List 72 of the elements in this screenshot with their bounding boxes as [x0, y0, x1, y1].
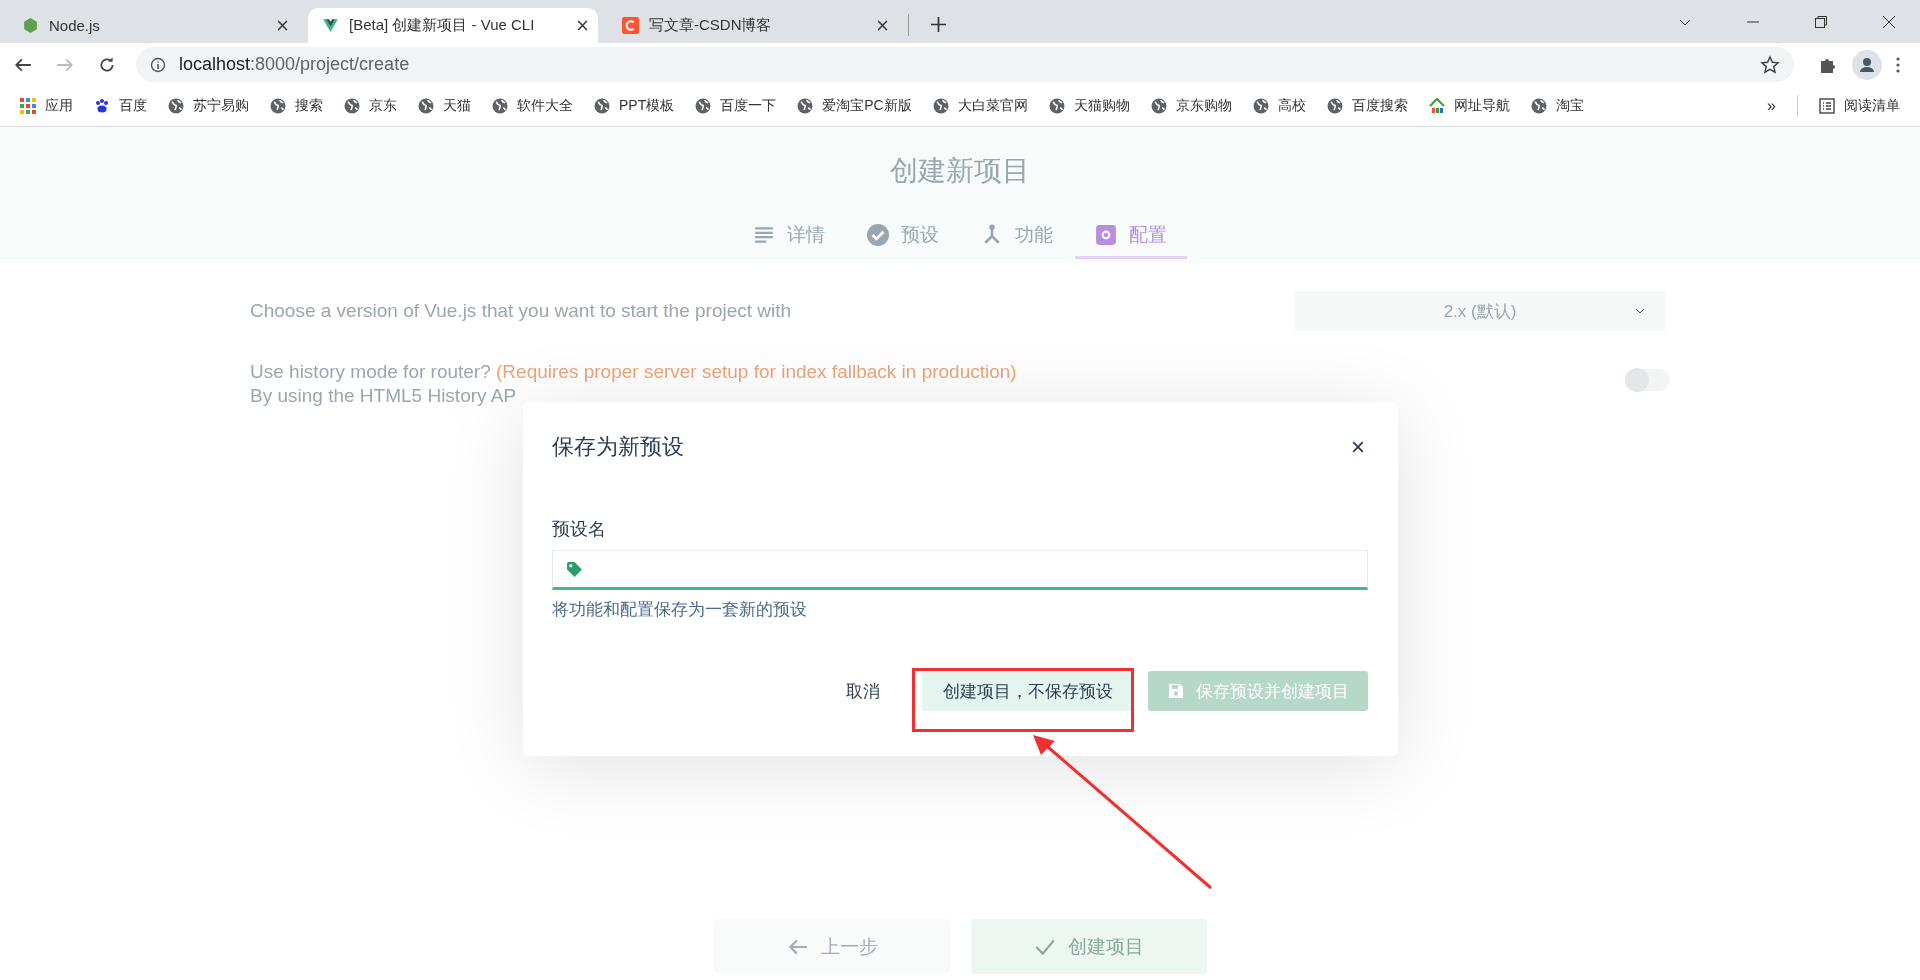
dialog-title: 保存为新预设 [552, 433, 684, 461]
bookmark[interactable]: 京东购物 [1150, 97, 1232, 115]
bookmark[interactable]: 天猫 [418, 97, 471, 115]
bookmark[interactable]: 应用 [20, 97, 73, 115]
cancel-button[interactable]: 取消 [830, 671, 896, 711]
field-hint: 将功能和配置保存为一套新的预设 [552, 599, 808, 621]
grid-icon [20, 98, 36, 114]
option-label: Use history mode for router? (Requires proper server setup for index fallback in production) [250, 361, 1017, 383]
browser-tab[interactable]: 写文章-CSDN博客 [608, 8, 898, 43]
globe-icon [594, 98, 610, 114]
tag-icon [566, 560, 583, 578]
globe-icon [168, 98, 184, 114]
bookmark[interactable]: 京东 [344, 97, 397, 115]
chevron-down-icon [1635, 308, 1645, 314]
create-without-saving-button[interactable]: 创建项目，不保存预设 [922, 671, 1134, 711]
bookmark[interactable]: 搜索 [270, 97, 323, 115]
globe-icon [1048, 98, 1065, 114]
browser-tab[interactable]: [Beta] 创建新项目 - Vue CLI [308, 8, 598, 43]
globe-icon [344, 98, 360, 114]
bookmark[interactable]: 软件大全 [492, 97, 573, 115]
menu-icon[interactable] [1896, 56, 1900, 73]
globe-icon [418, 98, 434, 114]
bookmark[interactable]: 高校 [1252, 97, 1306, 115]
hexagon-icon [22, 17, 39, 34]
bookmark[interactable]: 淘宝 [1530, 97, 1584, 115]
star-icon[interactable] [1760, 54, 1780, 75]
bookmark[interactable]: 大白菜官网 [932, 97, 1028, 115]
bookmark[interactable]: 苏宁易购 [168, 97, 249, 115]
lines-icon [753, 224, 775, 246]
bookmark[interactable]: 百度搜索 [1326, 97, 1408, 115]
option-label: Choose a version of Vue.js that you want to start the project with [250, 300, 792, 322]
v-logo-icon [322, 17, 339, 34]
globe-icon [797, 98, 814, 114]
list-icon [1819, 98, 1835, 114]
check-circle-icon [867, 224, 889, 246]
preset-name-field[interactable] [552, 550, 1368, 590]
page-title: 创建新项目 [890, 154, 1030, 188]
option-description: By using the HTML5 History AP [250, 385, 518, 407]
globe-icon [695, 98, 712, 114]
reading-list-button[interactable]: 阅读清单 [1819, 97, 1900, 115]
close-icon[interactable] [877, 20, 888, 31]
restore-icon[interactable] [1814, 15, 1828, 29]
close-icon[interactable] [577, 20, 588, 31]
close-icon[interactable] [277, 20, 288, 31]
globe-icon [492, 98, 508, 114]
field-label: 预设名 [552, 518, 607, 541]
bookmark[interactable]: 百度一下 [695, 97, 777, 115]
globe-icon [1150, 98, 1167, 114]
close-icon[interactable] [1882, 15, 1896, 29]
globe-icon [270, 98, 286, 114]
bookmark[interactable]: PPT模板 [594, 97, 675, 115]
browser-tab[interactable]: Node.js [8, 8, 298, 43]
gear-icon [1095, 224, 1117, 246]
overflow-button[interactable]: » [1767, 97, 1776, 115]
close-icon[interactable] [1352, 441, 1364, 453]
globe-icon [1530, 98, 1547, 114]
bookmark[interactable]: 爱淘宝PC新版 [797, 97, 912, 115]
address-bar[interactable]: localhost:8000/project/create [136, 47, 1794, 82]
bookmark[interactable]: 百度 [94, 97, 147, 115]
bookmark[interactable]: 天猫购物 [1048, 97, 1130, 115]
globe-icon [1326, 98, 1343, 114]
globe-icon [1252, 98, 1269, 114]
toggle-switch[interactable] [1626, 369, 1670, 391]
info-icon [150, 56, 166, 73]
globe-icon [932, 98, 949, 114]
house-icon [1428, 98, 1445, 114]
plus-icon[interactable] [931, 17, 946, 32]
reload-icon[interactable] [98, 55, 116, 74]
profile-icon[interactable] [1852, 49, 1882, 80]
c-logo-icon [622, 17, 639, 34]
bookmark[interactable]: 网址导航 [1428, 97, 1510, 115]
paw-icon [94, 98, 110, 114]
